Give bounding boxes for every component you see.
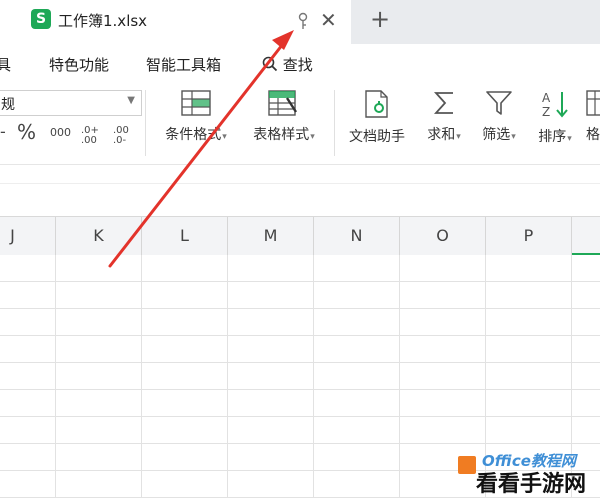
chevron-down-icon: ▾ <box>222 132 227 142</box>
grid-line <box>0 443 600 444</box>
spreadsheet-app-icon: S <box>31 9 51 29</box>
sort-button[interactable]: A Z 排序▾ <box>530 90 580 146</box>
conditional-format-label: 条件格式 <box>165 127 222 143</box>
column-header-k[interactable]: K <box>56 217 142 255</box>
column-header-row: J K L M N O P <box>0 216 600 256</box>
workbook-tab[interactable]: S 工作簿1.xlsx ✕ <box>0 0 351 44</box>
tab-bar: S 工作簿1.xlsx ✕ + <box>0 0 600 44</box>
number-format-select[interactable]: 规 ▼ <box>0 90 142 116</box>
grid-line <box>0 362 600 363</box>
percent-format-button[interactable]: % <box>17 122 36 142</box>
column-header-l[interactable]: L <box>142 217 228 255</box>
formula-divider <box>0 183 600 184</box>
sum-button[interactable]: 求和▾ <box>420 90 468 144</box>
svg-text:A: A <box>542 91 551 105</box>
column-header-j[interactable]: J <box>0 217 56 255</box>
office-logo-icon <box>458 456 476 474</box>
thousands-separator-button[interactable]: 000 <box>50 127 71 138</box>
chevron-down-icon: ▾ <box>567 134 572 144</box>
grid-line <box>0 308 600 309</box>
menu-bar: 具 特色功能 智能工具箱 查找 <box>0 44 600 84</box>
table-style-icon <box>268 90 298 116</box>
currency-format-button[interactable]: - <box>0 124 6 140</box>
menu-item-tools[interactable]: 具 <box>0 54 11 75</box>
filter-button[interactable]: 筛选▾ <box>474 90 524 144</box>
column-header-o[interactable]: O <box>400 217 486 255</box>
format-icon <box>586 90 600 116</box>
ribbon-separator <box>145 90 146 156</box>
decrease-decimal-button[interactable]: .00 .0- <box>113 126 137 146</box>
sort-label: 排序 <box>538 129 567 145</box>
format-label: 格 <box>586 127 600 143</box>
menu-item-special-features[interactable]: 特色功能 <box>49 54 109 75</box>
column-header-m[interactable]: M <box>228 217 314 255</box>
column-header-p[interactable]: P <box>486 217 572 255</box>
chevron-down-icon: ▾ <box>310 132 315 142</box>
grid-line <box>0 389 600 390</box>
workbook-tab-title: 工作簿1.xlsx <box>58 12 148 30</box>
document-assistant-label: 文档助手 <box>349 129 405 145</box>
chevron-down-icon: ▼ <box>127 95 135 106</box>
menu-item-smart-toolbox[interactable]: 智能工具箱 <box>146 54 221 75</box>
formula-bar-area[interactable] <box>0 164 600 217</box>
close-tab-icon[interactable]: ✕ <box>320 8 337 32</box>
sigma-icon <box>433 92 453 114</box>
document-assistant-button[interactable]: 文档助手 <box>343 90 411 146</box>
conditional-format-icon <box>181 90 211 116</box>
number-format-value: 规 <box>1 97 15 113</box>
format-button[interactable]: 格 <box>586 90 600 144</box>
grid-line <box>313 255 314 498</box>
watermark: Office教程网 看看手游网 <box>452 448 600 498</box>
grid-line <box>141 255 142 498</box>
chevron-down-icon: ▾ <box>511 132 516 142</box>
table-style-button[interactable]: 表格样式▾ <box>243 90 325 144</box>
table-style-label: 表格样式 <box>253 127 310 143</box>
ribbon-separator <box>334 90 335 156</box>
document-assistant-icon <box>365 90 388 118</box>
key-icon[interactable] <box>296 12 310 32</box>
ribbon-toolbar: 规 ▼ - % 000 .0+ .00 .00 .0- 条件格式▾ 表格样式▾ <box>0 84 600 164</box>
sum-label: 求和 <box>427 127 456 143</box>
filter-icon <box>486 91 512 115</box>
sort-az-icon: A Z <box>542 91 568 118</box>
column-header-n[interactable]: N <box>314 217 400 255</box>
search-icon <box>262 56 278 72</box>
filter-label: 筛选 <box>482 127 511 143</box>
conditional-format-button[interactable]: 条件格式▾ <box>156 90 236 144</box>
grid-line <box>55 255 56 498</box>
watermark-site: 看看手游网 <box>476 472 587 497</box>
menu-item-find[interactable]: 查找 <box>262 54 313 75</box>
chevron-down-icon: ▾ <box>456 132 461 142</box>
find-label: 查找 <box>282 56 313 74</box>
grid-line <box>0 281 600 282</box>
grid-line <box>399 255 400 498</box>
grid-line <box>227 255 228 498</box>
grid-line <box>0 335 600 336</box>
increase-decimal-button[interactable]: .0+ .00 <box>81 126 107 146</box>
grid-line <box>0 416 600 417</box>
svg-text:Z: Z <box>542 105 550 118</box>
new-tab-button[interactable]: + <box>370 5 390 33</box>
